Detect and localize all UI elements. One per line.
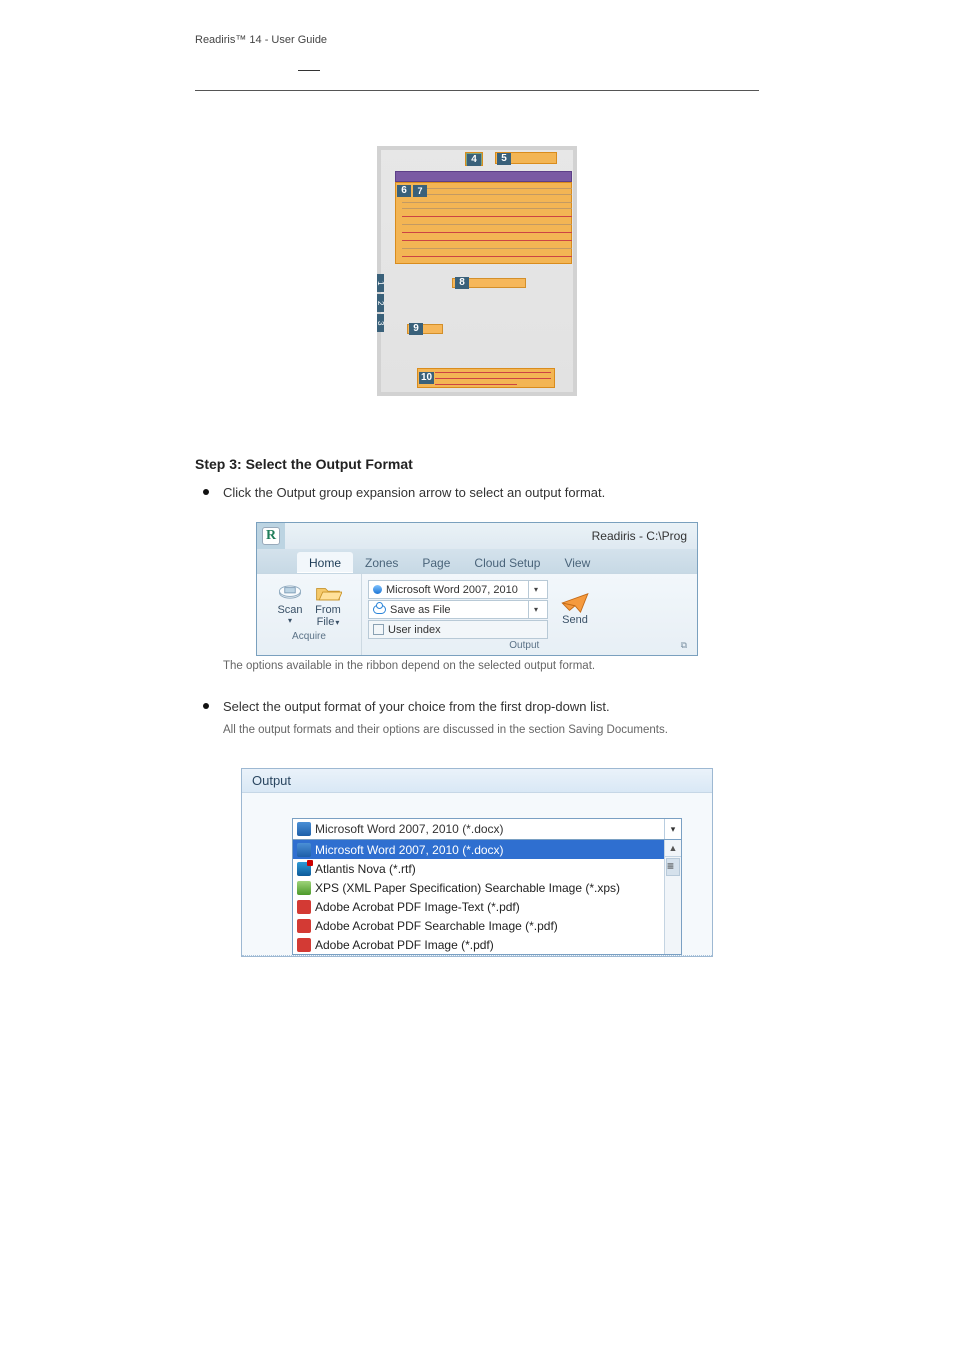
- bullet2-text: Select the output format of your choice …: [223, 698, 668, 716]
- bullet1-text: Click the Output group expansion arrow t…: [223, 484, 605, 502]
- list-item[interactable]: Adobe Acrobat PDF Image-Text (*.pdf): [293, 897, 664, 916]
- group-launcher-icon[interactable]: ⧉: [681, 640, 691, 653]
- pdf-icon: [297, 938, 311, 952]
- side-marker-2: 2: [377, 294, 384, 312]
- scan-dropdown-icon[interactable]: ▾: [288, 616, 292, 625]
- output-format-field[interactable]: Microsoft Word 2007, 2010 ▾: [368, 580, 548, 599]
- list-item-label: Microsoft Word 2007, 2010 (*.docx): [315, 843, 504, 857]
- list-item[interactable]: Adobe Acrobat PDF Image (*.pdf): [293, 935, 664, 954]
- output-format-value: Microsoft Word 2007, 2010: [386, 584, 518, 596]
- list-item-label: Adobe Acrobat PDF Image-Text (*.pdf): [315, 900, 520, 914]
- ribbon-tabs: Home Zones Page Cloud Setup View: [257, 549, 697, 573]
- user-index-label: User index: [388, 624, 441, 636]
- ribbon-footnote: The options available in the ribbon depe…: [223, 660, 759, 672]
- list-item-label: XPS (XML Paper Specification) Searchable…: [315, 881, 620, 895]
- list-item-label: Atlantis Nova (*.rtf): [315, 862, 416, 876]
- bullet-icon: [203, 703, 209, 709]
- pdf-icon: [297, 919, 311, 933]
- send-label: Send: [562, 614, 588, 626]
- xps-icon: [297, 881, 311, 895]
- output-dialog: Output Microsoft Word 2007, 2010 (*.docx…: [241, 768, 713, 957]
- scan-button[interactable]: Scan ▾: [273, 578, 307, 627]
- output-destination-field[interactable]: Save as File ▾: [368, 600, 548, 619]
- marker-6: 6: [397, 185, 411, 197]
- bullet-icon: [203, 489, 209, 495]
- ribbon-figure: R Readiris - C:\Prog Home Zones Page Clo…: [256, 522, 698, 656]
- word-icon: [297, 822, 311, 836]
- header-underscore: [298, 70, 320, 71]
- bullet2-note: All the output formats and their options…: [223, 722, 668, 738]
- tab-home[interactable]: Home: [297, 552, 353, 573]
- acquire-group-title: Acquire: [292, 630, 326, 644]
- tab-zones[interactable]: Zones: [353, 552, 410, 573]
- scanner-icon: [276, 580, 304, 604]
- scroll-track[interactable]: [665, 877, 681, 954]
- output-dialog-title: Output: [242, 769, 712, 793]
- tab-page[interactable]: Page: [410, 552, 462, 573]
- file-dropdown-icon[interactable]: ▾: [335, 618, 339, 627]
- filetype-listbox: Microsoft Word 2007, 2010 (*.docx) Atlan…: [292, 840, 682, 955]
- list-item-label: Adobe Acrobat PDF Searchable Image (*.pd…: [315, 919, 558, 933]
- paper-plane-icon: [560, 592, 590, 614]
- side-marker-3: 3: [377, 314, 384, 332]
- window-title: Readiris - C:\Prog: [592, 529, 687, 543]
- output-destination-value: Save as File: [390, 604, 451, 616]
- filetype-combo-value: Microsoft Word 2007, 2010 (*.docx): [315, 822, 504, 836]
- chevron-down-icon[interactable]: ▾: [528, 601, 543, 618]
- from-label: From: [315, 604, 341, 616]
- list-item-label: Adobe Acrobat PDF Image (*.pdf): [315, 938, 494, 952]
- chevron-down-icon[interactable]: ▾: [664, 819, 681, 839]
- scroll-thumb[interactable]: ≡: [666, 858, 680, 876]
- output-group-title: Output: [368, 639, 681, 653]
- filetype-combo[interactable]: Microsoft Word 2007, 2010 (*.docx) ▾: [292, 818, 682, 840]
- zones-preview-figure: 1 2 3 4 5 6 7: [377, 146, 577, 396]
- app-icon[interactable]: R: [257, 523, 285, 549]
- folder-open-icon: [314, 580, 342, 604]
- send-button[interactable]: Send: [552, 588, 598, 630]
- marker-5: 5: [497, 153, 511, 165]
- tab-view[interactable]: View: [552, 552, 602, 573]
- doc-header-title: Readiris™ 14 - User Guide: [195, 34, 327, 46]
- chevron-down-icon[interactable]: ▾: [528, 581, 543, 598]
- marker-10: 10: [419, 372, 434, 384]
- from-file-button[interactable]: From File▾: [311, 578, 345, 630]
- user-index-field[interactable]: User index: [368, 620, 548, 639]
- marker-8: 8: [455, 277, 469, 289]
- pdf-icon: [297, 900, 311, 914]
- tab-cloud-setup[interactable]: Cloud Setup: [462, 552, 552, 573]
- side-marker-1: 1: [377, 274, 384, 292]
- word-icon: [297, 843, 311, 857]
- step3-heading: Step 3: Select the Output Format: [195, 456, 759, 472]
- rtf-icon: [297, 862, 311, 876]
- file-label: File: [317, 616, 335, 628]
- scroll-up-icon[interactable]: ▲: [665, 840, 681, 857]
- list-item[interactable]: XPS (XML Paper Specification) Searchable…: [293, 878, 664, 897]
- marker-9: 9: [409, 323, 423, 335]
- scrollbar[interactable]: ▲ ≡: [664, 840, 681, 954]
- marker-7: 7: [413, 185, 427, 197]
- list-item[interactable]: Atlantis Nova (*.rtf): [293, 859, 664, 878]
- header-rule: [195, 90, 759, 91]
- list-item[interactable]: Adobe Acrobat PDF Searchable Image (*.pd…: [293, 916, 664, 935]
- marker-4: 4: [467, 154, 481, 166]
- list-item[interactable]: Microsoft Word 2007, 2010 (*.docx): [293, 840, 664, 859]
- globe-icon: [373, 585, 382, 594]
- checkbox-icon[interactable]: [373, 624, 384, 635]
- cloud-icon: [373, 605, 386, 614]
- scan-label: Scan: [277, 604, 302, 616]
